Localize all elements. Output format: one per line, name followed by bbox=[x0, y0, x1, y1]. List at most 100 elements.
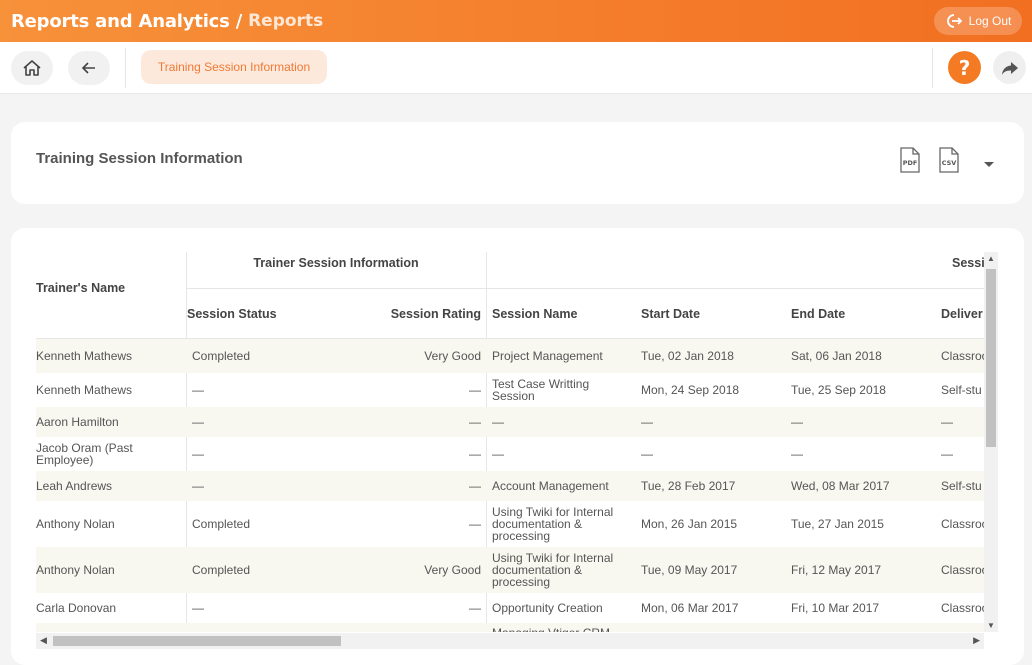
app-subtitle: Reports bbox=[248, 11, 324, 31]
cell-session-rating: — bbox=[469, 447, 481, 461]
back-arrow-icon bbox=[81, 62, 95, 74]
cell-session-rating: — bbox=[469, 601, 481, 615]
table-row[interactable]: Jacob Oram (Past Employee) — — — — — — bbox=[36, 437, 984, 471]
toolbar-divider bbox=[932, 48, 933, 88]
cell-session-rating: — bbox=[469, 415, 481, 429]
cell-session-status: — bbox=[192, 447, 204, 461]
scroll-right-icon[interactable]: ▶ bbox=[973, 635, 980, 646]
cell-session-name: — bbox=[492, 415, 504, 429]
cell-delivery: Self-stu bbox=[941, 479, 982, 493]
logout-icon bbox=[946, 14, 962, 28]
cell-delivery: Classroo bbox=[941, 349, 984, 363]
column-header-session-rating[interactable]: Session Rating bbox=[336, 307, 481, 321]
table-row[interactable]: Anthony Nolan Completed — Using Twiki fo… bbox=[36, 501, 984, 547]
horizontal-scroll-thumb[interactable] bbox=[53, 636, 341, 646]
caret-down-icon bbox=[984, 162, 994, 167]
cell-session-name: Account Management bbox=[492, 479, 609, 493]
table-row[interactable]: Leah Andrews — — Account Management Tue,… bbox=[36, 471, 984, 501]
cell-session-status: — bbox=[192, 415, 204, 429]
cell-session-rating: Very Good bbox=[424, 563, 481, 577]
table-row[interactable]: Aaron Hamilton — — — — — — bbox=[36, 407, 984, 437]
svg-text:CSV: CSV bbox=[942, 159, 957, 167]
cell-start-date: Tue, 09 May 2017 bbox=[641, 563, 738, 577]
cell-session-status: — bbox=[192, 479, 204, 493]
cell-session-status: — bbox=[192, 601, 204, 615]
cell-end-date: Fri, 12 May 2017 bbox=[791, 563, 882, 577]
export-pdf-button[interactable]: PDF bbox=[899, 147, 921, 178]
header-divider bbox=[186, 288, 984, 289]
cell-session-status: Completed bbox=[192, 563, 251, 577]
cell-trainer-name: Leah Andrews bbox=[36, 479, 113, 493]
cell-end-date: Fri, 10 Mar 2017 bbox=[791, 601, 880, 615]
cell-end-date: Sat, 06 Jan 2018 bbox=[791, 349, 882, 363]
scroll-left-icon[interactable]: ◀ bbox=[40, 635, 47, 646]
column-header-end-date[interactable]: End Date bbox=[791, 307, 845, 321]
cell-session-name: Test Case Writting Session bbox=[492, 377, 590, 403]
table-row[interactable]: Managing Vtiger CRM bbox=[36, 623, 984, 632]
share-icon bbox=[1001, 61, 1018, 75]
cell-delivery: — bbox=[941, 415, 953, 429]
table-row[interactable]: Carla Donovan — — Opportunity Creation M… bbox=[36, 593, 984, 623]
cell-trainer-name: Jacob Oram (Past Employee) bbox=[36, 441, 133, 467]
cell-session-status: — bbox=[192, 383, 204, 397]
cell-end-date: Wed, 08 Mar 2017 bbox=[791, 479, 890, 493]
vertical-scroll-thumb[interactable] bbox=[986, 269, 996, 447]
home-icon bbox=[23, 60, 41, 76]
cell-session-name: Opportunity Creation bbox=[492, 601, 603, 615]
logout-button[interactable]: Log Out bbox=[934, 7, 1022, 35]
csv-file-icon: CSV bbox=[939, 147, 959, 173]
column-header-session-name[interactable]: Session Name bbox=[492, 307, 577, 321]
page-title: Training Session Information bbox=[36, 150, 243, 167]
table-row[interactable]: Kenneth Mathews — — Test Case Writting S… bbox=[36, 373, 984, 407]
export-csv-button[interactable]: CSV bbox=[938, 147, 960, 178]
home-button[interactable] bbox=[11, 51, 53, 85]
scroll-up-icon[interactable]: ▲ bbox=[987, 254, 995, 263]
cell-delivery: Classroo bbox=[941, 601, 984, 615]
cell-trainer-name: Anthony Nolan bbox=[36, 563, 115, 577]
cell-trainer-name: Anthony Nolan bbox=[36, 517, 115, 531]
help-button[interactable]: ? bbox=[948, 51, 981, 84]
cell-end-date: Tue, 27 Jan 2015 bbox=[791, 517, 884, 531]
breadcrumb[interactable]: Training Session Information bbox=[141, 50, 327, 84]
cell-start-date: Tue, 28 Feb 2017 bbox=[641, 479, 736, 493]
cell-session-name: Project Management bbox=[492, 349, 603, 363]
column-header-session-status[interactable]: Session Status bbox=[187, 307, 277, 321]
cell-session-status: Completed bbox=[192, 517, 251, 531]
cell-delivery: Classroo bbox=[941, 517, 984, 531]
cell-session-name: Using Twiki for Internal documentation &… bbox=[492, 551, 614, 589]
cell-start-date: — bbox=[641, 415, 653, 429]
scroll-down-icon[interactable]: ▼ bbox=[987, 621, 995, 630]
cell-delivery: Self-stu bbox=[941, 383, 982, 397]
pdf-file-icon: PDF bbox=[900, 147, 920, 173]
cell-end-date: Tue, 25 Sep 2018 bbox=[791, 383, 886, 397]
cell-delivery: — bbox=[941, 447, 953, 461]
cell-start-date: Tue, 02 Jan 2018 bbox=[641, 349, 734, 363]
cell-session-rating: — bbox=[469, 383, 481, 397]
cell-start-date: Mon, 06 Mar 2017 bbox=[641, 601, 739, 615]
app-header: Reports and Analytics / Reports Log Out bbox=[0, 0, 1032, 42]
table-row[interactable]: Kenneth Mathews Completed Very Good Proj… bbox=[36, 339, 984, 373]
cell-session-rating: Very Good bbox=[424, 349, 481, 363]
column-header-start-date[interactable]: Start Date bbox=[641, 307, 700, 321]
cell-start-date: Mon, 26 Jan 2015 bbox=[641, 517, 738, 531]
cell-session-rating: — bbox=[469, 479, 481, 493]
app-title: Reports and Analytics / bbox=[11, 10, 243, 32]
cell-session-name: Managing Vtiger CRM bbox=[492, 623, 632, 632]
cell-end-date: — bbox=[791, 447, 803, 461]
share-button[interactable] bbox=[993, 51, 1026, 84]
toolbar: Training Session Information ? bbox=[0, 42, 1032, 94]
horizontal-scrollbar[interactable]: ◀ ▶ bbox=[36, 633, 984, 649]
svg-text:PDF: PDF bbox=[903, 159, 918, 167]
cell-delivery: Classroo bbox=[941, 563, 984, 577]
logout-label: Log Out bbox=[968, 14, 1012, 28]
options-dropdown[interactable] bbox=[983, 156, 995, 174]
table-row[interactable]: Anthony Nolan Completed Very Good Using … bbox=[36, 547, 984, 593]
cell-trainer-name: Kenneth Mathews bbox=[36, 383, 133, 397]
back-button[interactable] bbox=[68, 51, 110, 85]
column-header-trainer-name[interactable]: Trainer's Name bbox=[36, 281, 125, 295]
cell-session-name: Using Twiki for Internal documentation &… bbox=[492, 505, 614, 543]
cell-session-rating: — bbox=[469, 517, 481, 531]
vertical-scrollbar[interactable]: ▲ ▼ bbox=[984, 252, 998, 632]
help-icon: ? bbox=[958, 55, 971, 80]
column-header-delivery[interactable]: Deliver bbox=[941, 307, 983, 321]
